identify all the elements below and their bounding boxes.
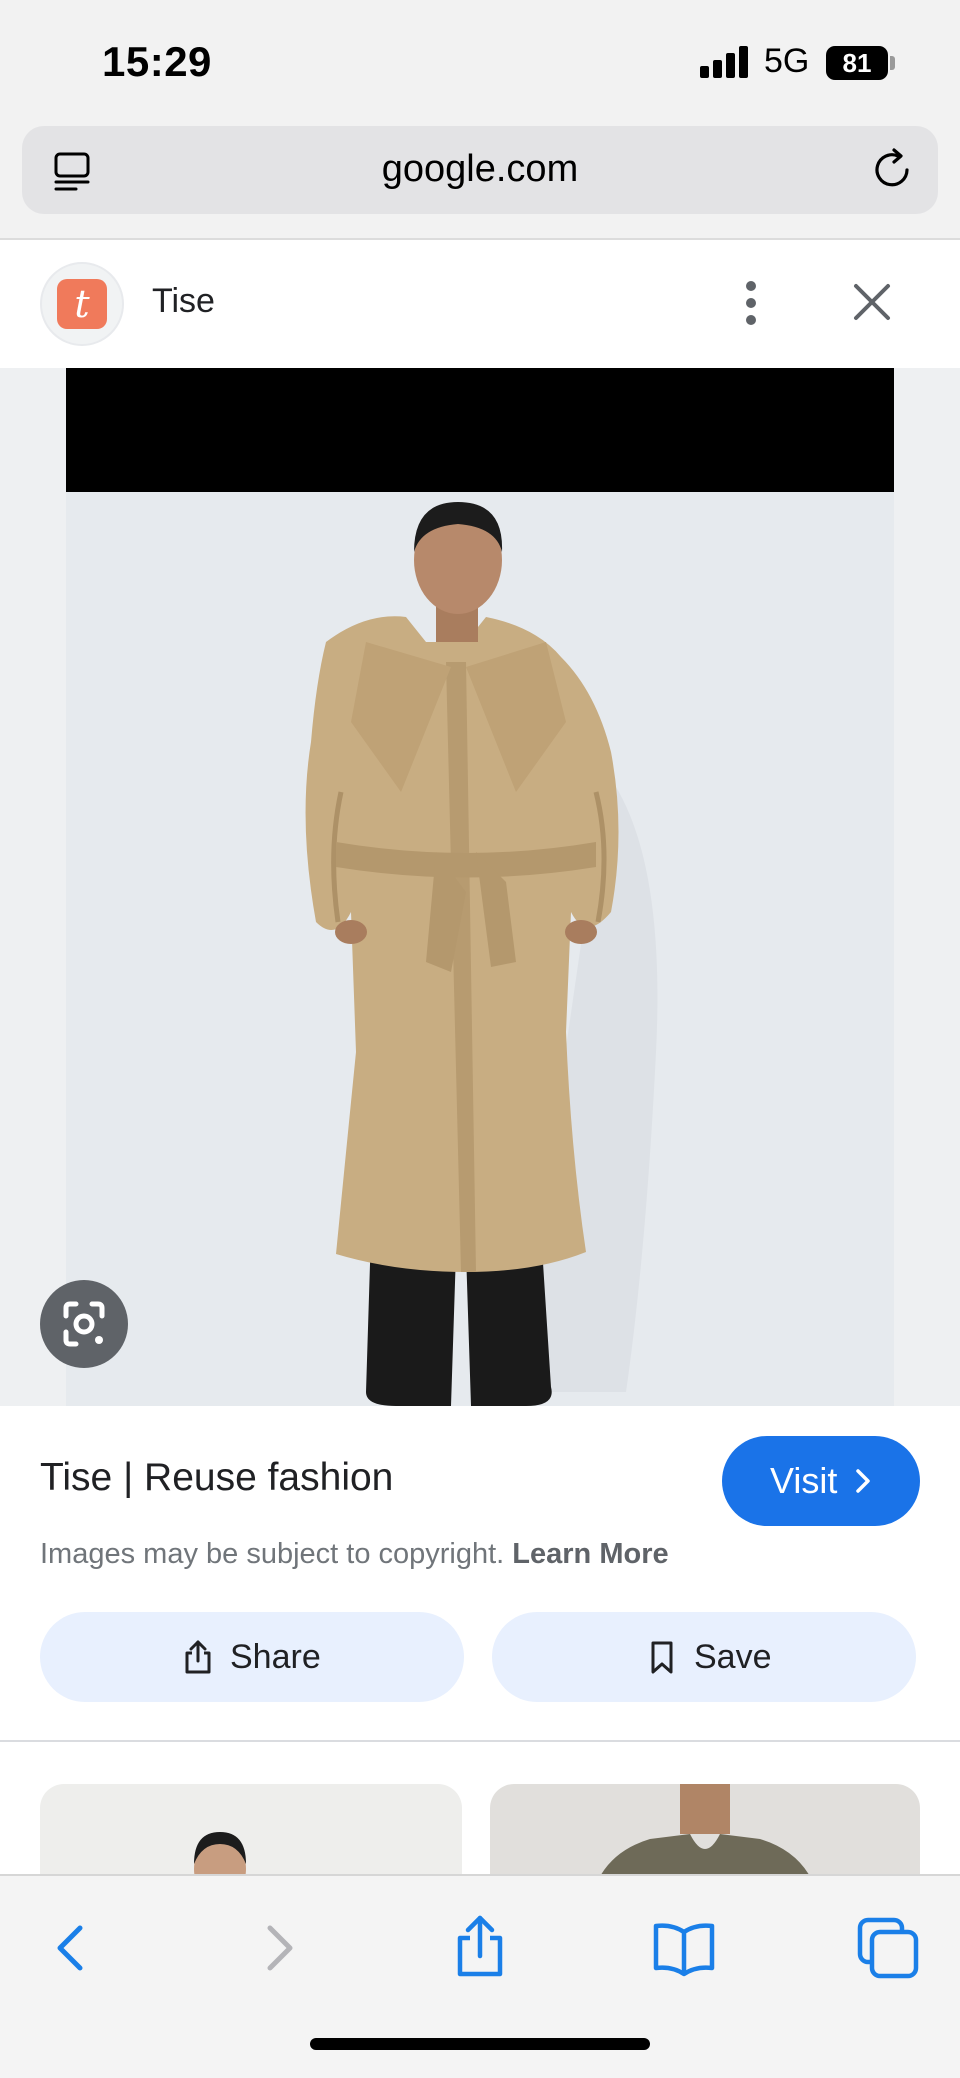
status-time: 15:29 [102, 38, 212, 85]
learn-more-link[interactable]: Learn More [512, 1538, 668, 1570]
more-vert-icon[interactable] [736, 278, 766, 328]
source-header: t Tise [0, 240, 960, 368]
visit-button[interactable]: Visit [722, 1436, 920, 1526]
bookmarks-icon[interactable] [648, 1912, 720, 1984]
bookmark-icon [651, 1641, 673, 1674]
related-image-card[interactable] [490, 1784, 920, 1874]
tabs-overview-icon[interactable] [852, 1912, 924, 1984]
chevron-right-icon [856, 1469, 870, 1493]
related-results [0, 1742, 960, 1874]
browser-top-bar: google.com [0, 118, 960, 240]
cellular-signal-icon [700, 46, 750, 78]
back-icon[interactable] [36, 1912, 108, 1984]
home-indicator [310, 2038, 650, 2050]
battery-level: 81 [826, 46, 888, 80]
related-image [601, 1784, 809, 1874]
copyright-text: Images may be subject to copyright. [40, 1538, 505, 1570]
product-photo[interactable] [66, 492, 894, 1406]
save-button[interactable]: Save [492, 1612, 916, 1702]
result-info: Tise | Reuse fashion Visit Images may be… [0, 1406, 960, 1742]
copyright-notice: Images may be subject to copyright. Lear… [40, 1538, 669, 1571]
status-bar: 15:29 5G 81 [0, 0, 960, 118]
google-lens-icon [63, 1301, 105, 1347]
site-name[interactable]: Tise [152, 282, 215, 321]
close-icon[interactable] [850, 280, 894, 324]
tise-logo: t [57, 279, 107, 329]
share-button[interactable]: Share [40, 1612, 464, 1702]
address-bar[interactable]: google.com [22, 126, 938, 214]
share-label: Share [230, 1637, 321, 1676]
related-image [194, 1832, 246, 1874]
image-viewer[interactable] [0, 368, 960, 1406]
save-label: Save [694, 1637, 772, 1676]
network-type: 5G [764, 42, 810, 80]
share-icon [185, 1640, 211, 1674]
visit-label: Visit [770, 1460, 838, 1501]
url-text[interactable]: google.com [22, 148, 938, 191]
forward-icon[interactable] [242, 1912, 314, 1984]
reload-icon[interactable] [870, 146, 916, 192]
image-top-band [66, 368, 894, 492]
page-title[interactable]: Tise | Reuse fashion [40, 1456, 393, 1500]
related-image-card[interactable] [40, 1784, 462, 1874]
battery-icon [890, 56, 895, 70]
site-avatar[interactable]: t [40, 262, 124, 346]
google-lens-button[interactable] [40, 1280, 128, 1368]
share-icon[interactable] [444, 1912, 516, 1984]
